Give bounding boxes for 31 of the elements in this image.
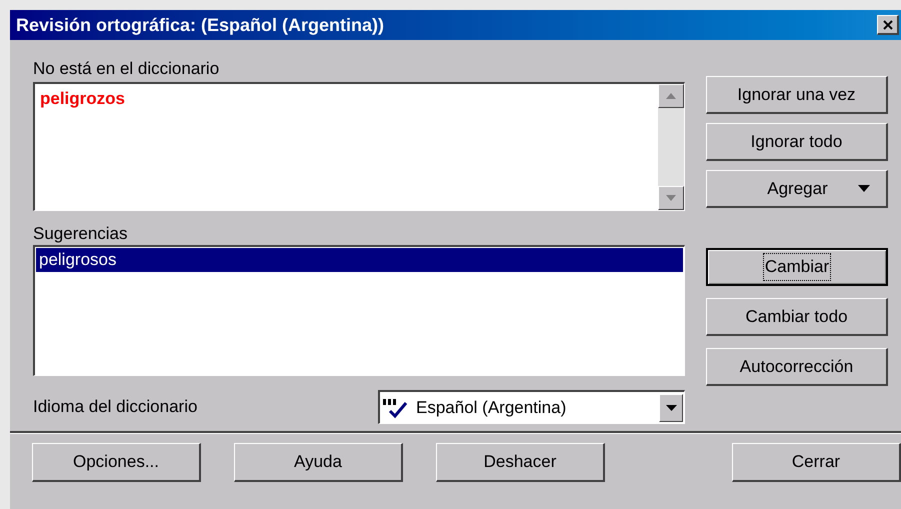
button[interactable]: Cerrar	[732, 443, 901, 482]
button[interactable]: Autocorrección	[706, 348, 888, 386]
misspelled-word: peligrozos	[39, 88, 126, 110]
button[interactable]: Cambiar	[706, 248, 888, 286]
button[interactable]: Ignorar todo	[706, 123, 888, 161]
field-label: Idioma del diccionario	[33, 396, 198, 418]
scrollbar[interactable]	[658, 84, 684, 210]
up-arrow-icon	[666, 93, 676, 99]
caret-icon	[666, 404, 676, 410]
button[interactable]: Opciones...	[32, 443, 201, 482]
dropdown-arrow-button[interactable]	[659, 394, 683, 422]
button[interactable]: Ignorar una vez	[706, 76, 888, 114]
spell-check-icon	[382, 396, 408, 418]
text-field[interactable]: peligrozos	[33, 82, 685, 211]
dropdown-button[interactable]: Agregar	[706, 170, 888, 208]
button[interactable]: Cambiar todo	[706, 298, 888, 336]
scroll-up-button[interactable]	[658, 84, 684, 108]
suggestions-list[interactable]: peligrosos	[33, 245, 685, 376]
button[interactable]: Deshacer	[436, 443, 605, 482]
language-dropdown[interactable]: Español (Argentina)	[378, 390, 685, 424]
down-arrow-icon	[666, 195, 676, 201]
scroll-down-button[interactable]	[658, 186, 684, 210]
list-label: Sugerencias	[33, 223, 129, 245]
close-icon	[882, 20, 892, 30]
caret-icon	[858, 185, 870, 192]
dropdown-value: Español (Argentina)	[416, 396, 568, 419]
suggestion-item[interactable]: peligrosos	[36, 248, 683, 272]
button[interactable]: Ayuda	[234, 443, 403, 482]
close-button[interactable]	[877, 15, 899, 35]
window-title: Revisión ortográfica: (Español (Argentina))	[16, 14, 384, 37]
field-label: No está en el diccionario	[33, 58, 220, 80]
